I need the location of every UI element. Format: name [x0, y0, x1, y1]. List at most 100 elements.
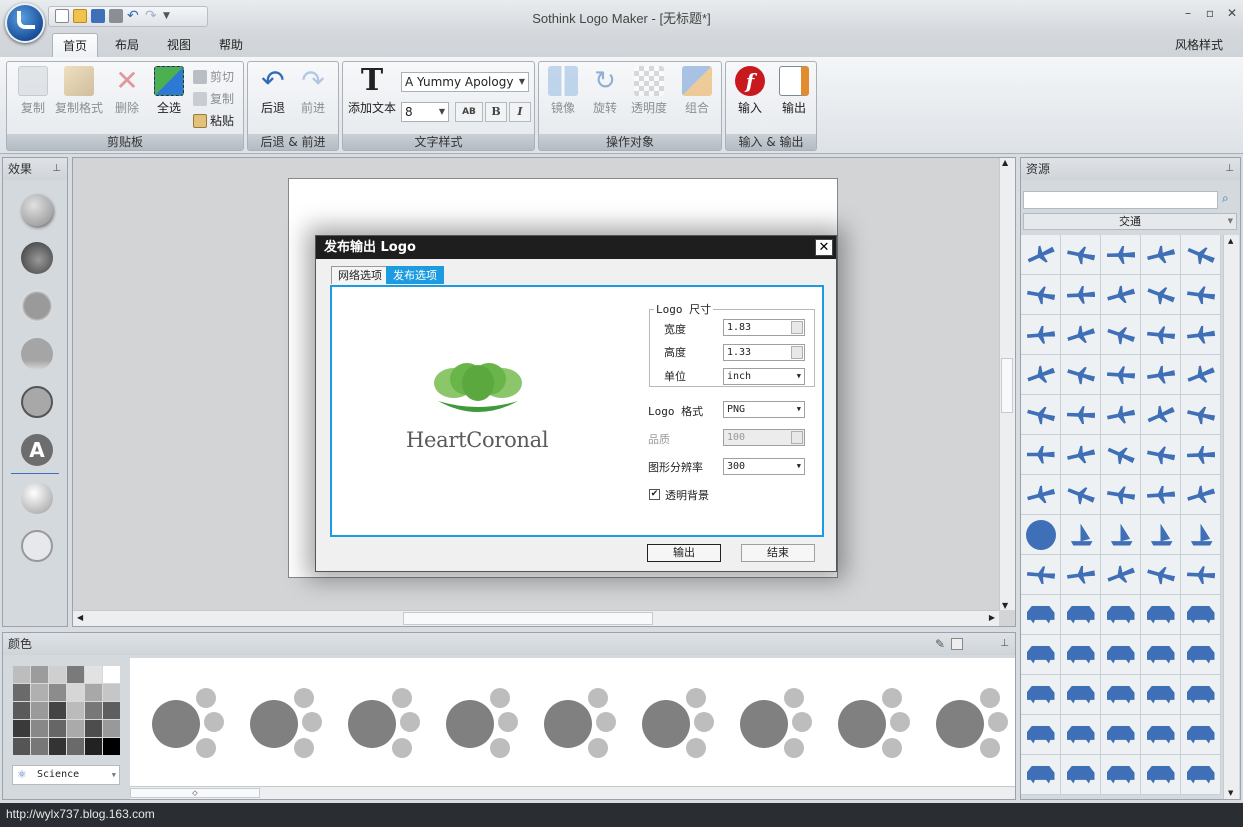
scroll-right-arrow-icon[interactable]: ▶ [989, 613, 995, 622]
resource-shape-cell[interactable] [1141, 355, 1181, 395]
resource-shape-cell[interactable] [1061, 435, 1101, 475]
color-swatch[interactable] [67, 720, 84, 737]
resource-shape-cell[interactable] [1061, 395, 1101, 435]
resource-shape-cell[interactable] [1181, 675, 1221, 715]
resource-shape-cell[interactable] [1181, 435, 1221, 475]
app-menu-orb-button[interactable] [5, 3, 45, 43]
font-family-select[interactable]: A Yummy Apology ▼ [401, 72, 529, 92]
color-swatch[interactable] [13, 720, 30, 737]
color-theme-preset[interactable] [446, 688, 526, 760]
resource-shape-cell[interactable] [1181, 315, 1221, 355]
canvas-horizontal-scrollbar[interactable]: ◀ ▶ [73, 610, 999, 626]
color-swatch[interactable] [85, 738, 102, 755]
dialog-close-button[interactable]: ✕ [815, 239, 833, 256]
color-theme-preset[interactable] [936, 688, 1016, 760]
pin-icon[interactable]: ⊥ [52, 158, 61, 180]
resource-shape-cell[interactable] [1141, 715, 1181, 755]
undo-button[interactable]: ↶ 后退 [256, 66, 290, 116]
resource-shape-cell[interactable] [1101, 555, 1141, 595]
italic-button[interactable]: I [509, 102, 531, 122]
resource-shape-cell[interactable] [1021, 755, 1061, 795]
resource-shape-cell[interactable] [1061, 355, 1101, 395]
opacity-button[interactable]: 透明度 [627, 66, 671, 116]
resource-shape-cell[interactable] [1141, 435, 1181, 475]
resource-shape-cell[interactable] [1061, 235, 1101, 275]
copy-button[interactable]: 复制 [13, 66, 53, 116]
select-all-button[interactable]: 全选 [149, 66, 189, 116]
color-swatch[interactable] [103, 666, 120, 683]
resource-shape-cell[interactable] [1021, 515, 1061, 555]
color-swatch[interactable] [31, 720, 48, 737]
copy-format-button[interactable]: 复制格式 [53, 66, 105, 116]
resource-shape-cell[interactable] [1141, 635, 1181, 675]
color-swatch[interactable] [103, 702, 120, 719]
resource-shape-cell[interactable] [1061, 715, 1101, 755]
height-input[interactable]: 1.33 [723, 344, 805, 361]
pin-icon[interactable]: ⊥ [1000, 633, 1009, 655]
resource-shape-cell[interactable] [1021, 435, 1061, 475]
resource-shape-cell[interactable] [1021, 275, 1061, 315]
color-swatch[interactable] [103, 720, 120, 737]
spinner-arrows-icon[interactable] [791, 321, 803, 334]
tab-layout[interactable]: 布局 [104, 33, 150, 57]
scroll-down-arrow-icon[interactable]: ▼ [1228, 789, 1233, 797]
resource-shape-cell[interactable] [1101, 715, 1141, 755]
resource-shape-cell[interactable] [1101, 675, 1141, 715]
resource-category-select[interactable]: 交通 ▼ [1023, 213, 1237, 230]
resource-shape-cell[interactable] [1021, 315, 1061, 355]
resource-shape-cell[interactable] [1181, 755, 1221, 795]
resource-shape-cell[interactable] [1181, 275, 1221, 315]
resource-shape-cell[interactable] [1101, 435, 1141, 475]
effect-none[interactable] [21, 530, 53, 562]
resource-shape-cell[interactable] [1141, 595, 1181, 635]
resource-shape-cell[interactable] [1061, 475, 1101, 515]
color-swatch[interactable] [85, 702, 102, 719]
resource-shape-cell[interactable] [1021, 675, 1061, 715]
unit-select[interactable]: inch ▼ [723, 368, 805, 385]
color-swatch[interactable] [49, 702, 66, 719]
resource-shape-cell[interactable] [1061, 755, 1101, 795]
resources-vertical-scrollbar[interactable]: ▲ ▼ [1223, 235, 1239, 799]
scroll-left-arrow-icon[interactable]: ◀ [77, 613, 83, 622]
color-swatch[interactable] [49, 738, 66, 755]
resource-shape-cell[interactable] [1101, 395, 1141, 435]
effect-reflection[interactable] [21, 338, 53, 370]
resource-shape-cell[interactable] [1061, 635, 1101, 675]
eyedropper-icon[interactable]: ✎ [935, 633, 945, 655]
tab-help[interactable]: 帮助 [208, 33, 254, 57]
tab-publish-options[interactable]: 发布选项 [386, 266, 444, 284]
colors-scroll-thumb[interactable]: ◇ [130, 788, 260, 798]
color-square-icon[interactable] [951, 638, 963, 650]
resource-shape-cell[interactable] [1101, 315, 1141, 355]
tab-web-options[interactable]: 网络选项 [331, 266, 389, 284]
resource-shape-cell[interactable] [1141, 475, 1181, 515]
resource-shape-cell[interactable] [1181, 635, 1221, 675]
resource-shape-cell[interactable] [1101, 595, 1141, 635]
resolution-select[interactable]: 300 ▼ [723, 458, 805, 475]
color-swatch[interactable] [13, 666, 30, 683]
resource-shape-cell[interactable] [1141, 235, 1181, 275]
mirror-button[interactable]: 镜像 [545, 66, 581, 116]
resource-search-input[interactable] [1023, 191, 1218, 209]
resource-shape-cell[interactable] [1061, 315, 1101, 355]
color-theme-preset[interactable] [838, 688, 918, 760]
color-swatch[interactable] [67, 702, 84, 719]
color-swatch[interactable] [49, 666, 66, 683]
paste-button[interactable]: 粘贴 [193, 112, 234, 129]
resource-shape-cell[interactable] [1141, 395, 1181, 435]
group-button[interactable]: 组合 [679, 66, 715, 116]
effect-shadow[interactable] [21, 194, 53, 226]
spinner-arrows-icon[interactable] [791, 346, 803, 359]
export-button[interactable]: 输出 [776, 66, 812, 116]
resource-shape-cell[interactable] [1181, 235, 1221, 275]
color-swatch[interactable] [49, 720, 66, 737]
color-swatch[interactable] [67, 666, 84, 683]
resource-shape-cell[interactable] [1181, 555, 1221, 595]
color-swatch[interactable] [49, 684, 66, 701]
export-ok-button[interactable]: 输出 [647, 544, 721, 562]
resource-shape-cell[interactable] [1181, 715, 1221, 755]
rotate-button[interactable]: ↻ 旋转 [587, 66, 623, 116]
color-swatch[interactable] [67, 738, 84, 755]
close-window-button[interactable]: ✕ [1221, 6, 1243, 24]
effect-gradient[interactable] [21, 482, 53, 514]
